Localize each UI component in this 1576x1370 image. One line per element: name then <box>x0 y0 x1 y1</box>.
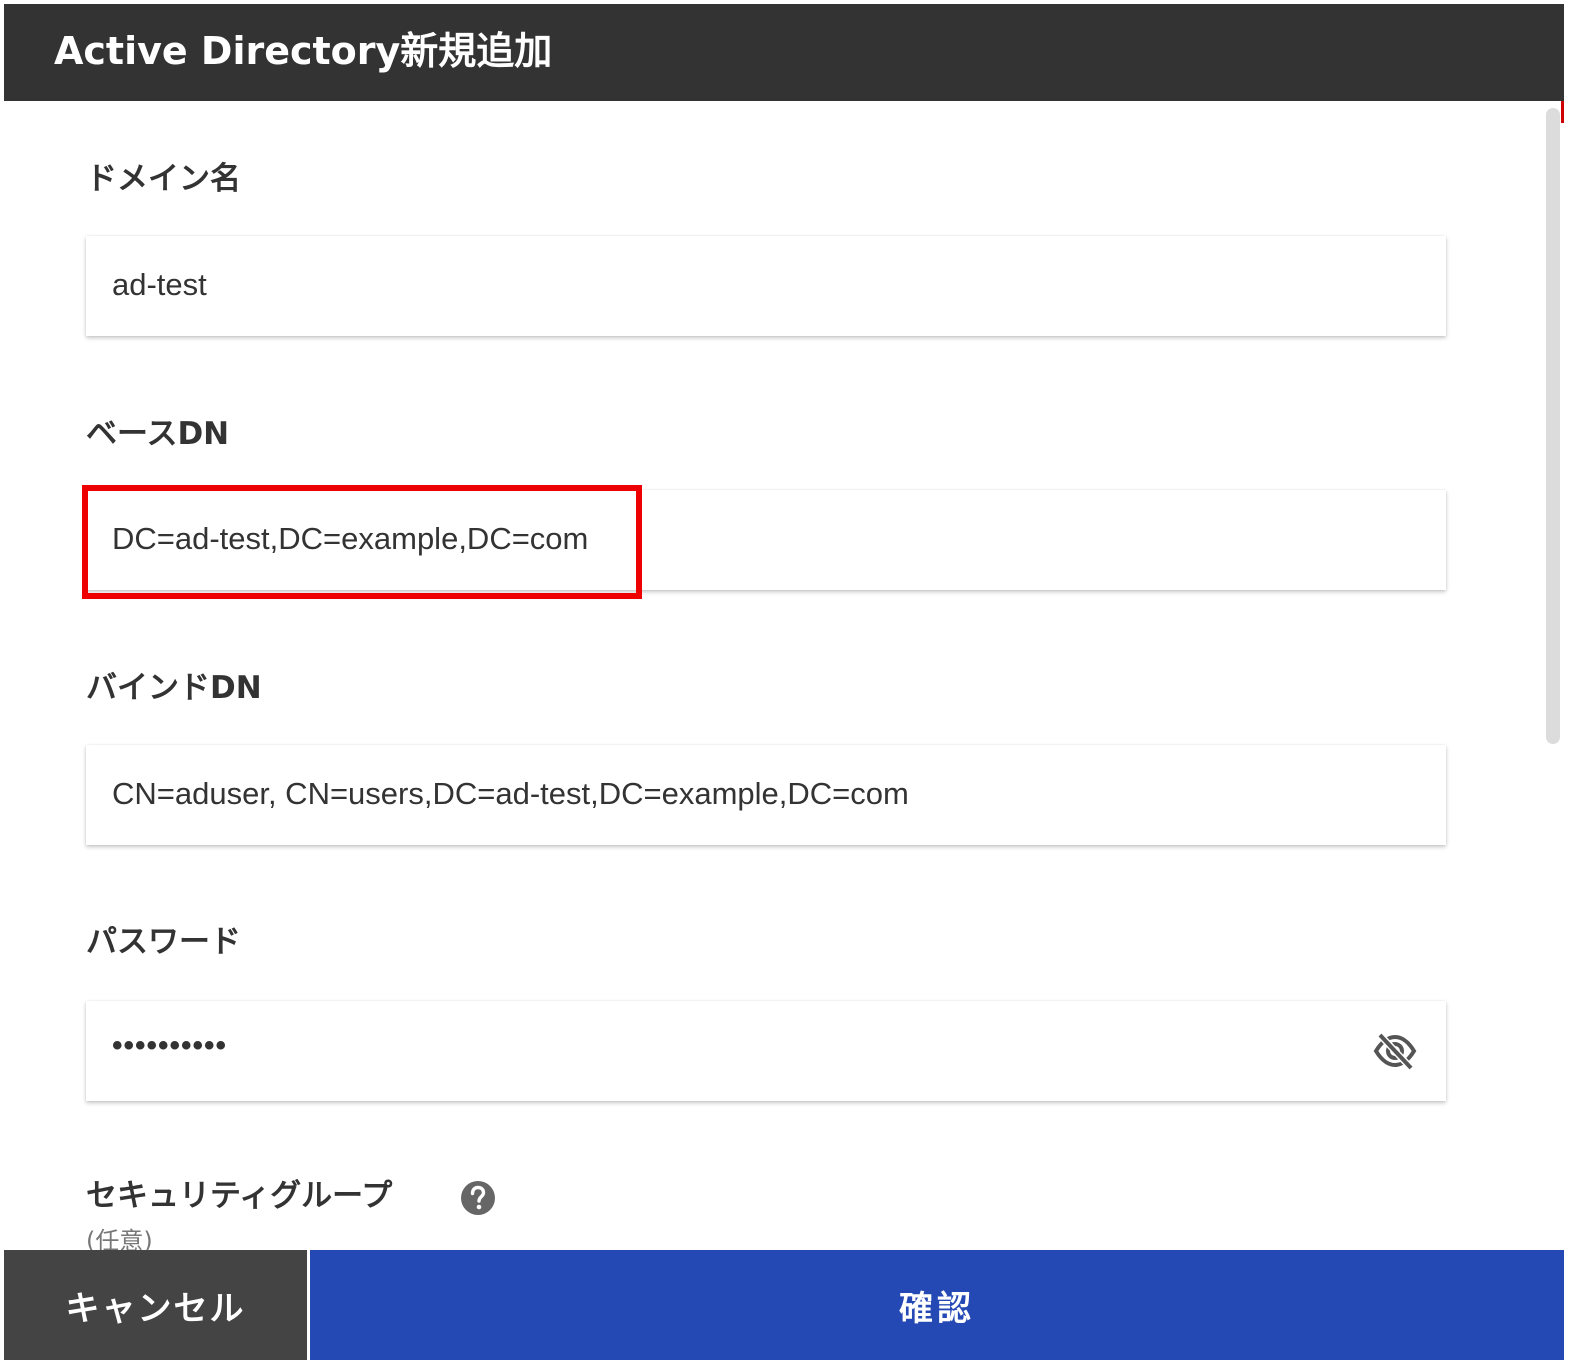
confirm-button[interactable]: 確認 <box>310 1250 1564 1360</box>
password-value[interactable]: •••••••••• <box>112 1027 227 1065</box>
bind-dn-field[interactable]: CN=aduser, CN=users,DC=ad-test,DC=exampl… <box>86 745 1446 845</box>
bind-dn-value[interactable]: CN=aduser, CN=users,DC=ad-test,DC=exampl… <box>112 775 909 813</box>
dialog-footer: キャンセル 確認 <box>4 1250 1564 1360</box>
base-dn-label: ベースDN <box>86 416 230 452</box>
eye-off-icon[interactable] <box>1373 1031 1417 1071</box>
active-directory-add-dialog: Active Directory新規追加 ドメイン名 ad-test ベースDN… <box>4 4 1564 1360</box>
help-icon[interactable] <box>460 1180 496 1216</box>
domain-name-value[interactable]: ad-test <box>112 266 207 304</box>
base-dn-highlight-box <box>82 485 642 599</box>
password-field[interactable]: •••••••••• <box>86 1001 1446 1101</box>
domain-name-field[interactable]: ad-test <box>86 236 1446 336</box>
security-group-label: セキュリティグループ <box>86 1178 393 1214</box>
password-label: パスワード <box>86 924 241 960</box>
cancel-button[interactable]: キャンセル <box>4 1250 307 1360</box>
scrollbar-thumb[interactable] <box>1546 108 1560 744</box>
dialog-header: Active Directory新規追加 <box>4 4 1564 101</box>
dialog-title: Active Directory新規追加 <box>54 29 553 73</box>
header-edge-accent <box>1561 101 1564 123</box>
domain-name-label: ドメイン名 <box>86 161 241 197</box>
bind-dn-label: バインドDN <box>86 670 262 706</box>
